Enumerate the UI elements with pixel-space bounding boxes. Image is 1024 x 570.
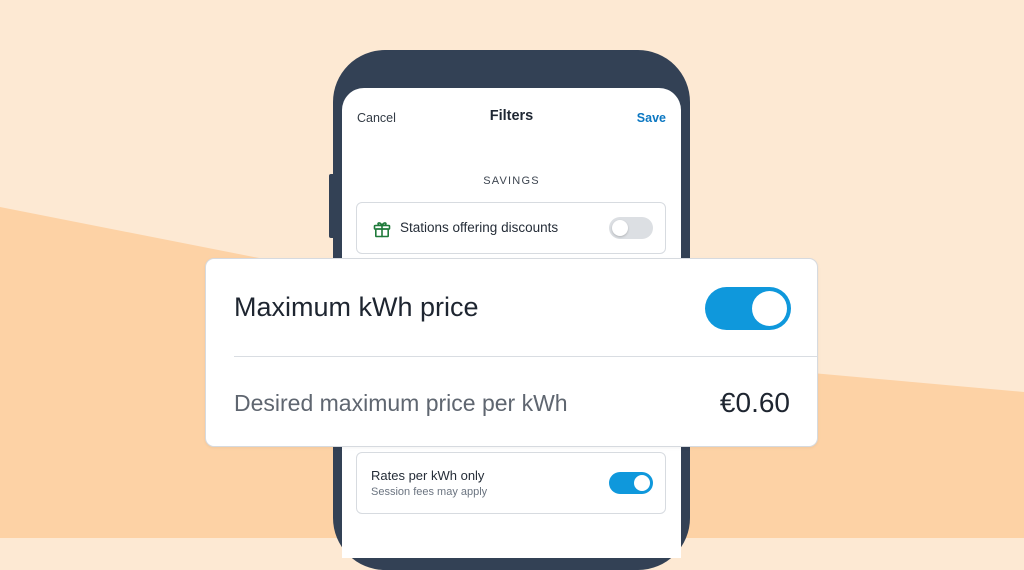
toggle-knob [612,220,628,236]
page-title: Filters [489,108,534,124]
max-price-toggle[interactable] [705,287,791,330]
max-price-card: Maximum kWh price Desired maximum price … [205,258,818,447]
section-label-savings: SAVINGS [483,175,540,187]
discounts-label: Stations offering discounts [400,220,559,235]
desired-price-label: Desired maximum price per kWh [234,390,568,416]
rates-toggle[interactable] [609,472,653,494]
max-price-label: Maximum kWh price [234,292,479,322]
divider [234,356,817,357]
discounts-toggle[interactable] [609,217,653,239]
rates-sublabel: Session fees may apply [371,486,488,498]
discounts-filter-row[interactable]: Stations offering discounts [356,202,666,254]
save-button[interactable]: Save [637,111,666,125]
gift-icon [373,222,391,238]
rates-label: Rates per kWh only [371,468,485,483]
price-value[interactable]: €0.60 [720,387,790,419]
toggle-knob [752,291,787,326]
rates-filter-row[interactable]: Rates per kWh only Session fees may appl… [356,452,666,514]
toggle-knob [634,475,650,491]
